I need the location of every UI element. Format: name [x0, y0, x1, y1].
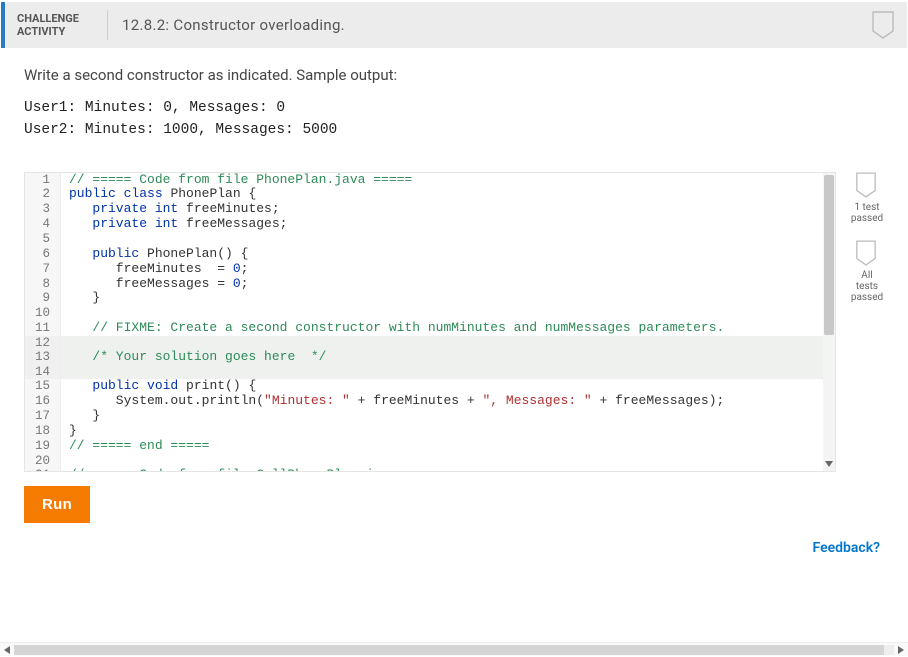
code-line: 16 System.out.println("Minutes: " + free… — [25, 394, 835, 409]
code-text[interactable] — [61, 365, 835, 379]
code-text: private int freeMessages; — [61, 217, 835, 232]
horizontal-scrollbar[interactable] — [0, 642, 908, 656]
code-text: private int freeMinutes; — [61, 202, 835, 217]
line-number: 5 — [25, 232, 61, 246]
activity-header: CHALLENGE ACTIVITY 12.8.2: Constructor o… — [1, 2, 907, 48]
line-number: 1 — [25, 173, 61, 188]
line-number: 11 — [25, 321, 61, 336]
sample-line: User1: Minutes: 0, Messages: 0 — [24, 98, 884, 120]
code-line: 7 freeMinutes = 0; — [25, 262, 835, 277]
feedback-area: Feedback? — [24, 537, 884, 556]
header-divider — [107, 10, 108, 40]
code-text: // ===== end ===== — [61, 439, 835, 454]
chevron-left-icon[interactable] — [0, 643, 14, 657]
line-number: 4 — [25, 217, 61, 232]
badge-text: 1 test — [850, 202, 884, 213]
prompt-text: Write a second constructor as indicated.… — [24, 66, 884, 84]
code-line: 5 — [25, 232, 835, 246]
badge-text: All tests — [850, 270, 884, 292]
code-line: 19// ===== end ===== — [25, 439, 835, 454]
code-line: 11 // FIXME: Create a second constructor… — [25, 321, 835, 336]
line-number: 13 — [25, 350, 61, 365]
badge-text: passed — [850, 213, 884, 224]
code-text: public void print() { — [61, 379, 835, 394]
code-text: freeMinutes = 0; — [61, 262, 835, 277]
code-line: 1// ===== Code from file PhonePlan.java … — [25, 173, 835, 188]
line-number: 9 — [25, 291, 61, 306]
line-number: 18 — [25, 424, 61, 439]
code-text — [61, 306, 835, 320]
code-line: 20 — [25, 454, 835, 468]
code-text[interactable] — [61, 336, 835, 350]
line-number: 12 — [25, 336, 61, 350]
sample-line: User2: Minutes: 1000, Messages: 5000 — [24, 120, 884, 142]
line-number: 19 — [25, 439, 61, 454]
code-text: public class PhonePlan { — [61, 187, 835, 202]
code-line[interactable]: 14 — [25, 365, 835, 379]
line-number: 15 — [25, 379, 61, 394]
code-line: 6 public PhonePlan() { — [25, 247, 835, 262]
code-line[interactable]: 13 /* Your solution goes here */ — [25, 350, 835, 365]
code-text: // ===== Code from file CallPhonePlan.ja… — [61, 468, 835, 471]
activity-type-line2: ACTIVITY — [17, 25, 97, 38]
code-text — [61, 454, 835, 468]
progress-shield-icon — [871, 11, 895, 39]
code-text: freeMessages = 0; — [61, 277, 835, 292]
code-text — [61, 232, 835, 246]
feedback-link[interactable]: Feedback? — [813, 540, 880, 556]
code-line[interactable]: 12 — [25, 336, 835, 350]
line-number: 7 — [25, 262, 61, 277]
chevron-down-icon[interactable] — [823, 457, 835, 471]
line-number: 10 — [25, 306, 61, 320]
activity-type-line1: CHALLENGE — [17, 12, 97, 25]
code-text: } — [61, 291, 835, 306]
line-number: 3 — [25, 202, 61, 217]
code-editor[interactable]: 1// ===== Code from file PhonePlan.java … — [24, 172, 836, 472]
scrollbar-thumb[interactable] — [14, 645, 884, 655]
line-number: 16 — [25, 394, 61, 409]
line-number: 8 — [25, 277, 61, 292]
line-number: 6 — [25, 247, 61, 262]
code-line: 10 — [25, 306, 835, 320]
test-badges-sidebar: 1 test passed All tests passed — [836, 172, 884, 472]
code-line: 8 freeMessages = 0; — [25, 277, 835, 292]
test-badge-all: All tests passed — [850, 240, 884, 303]
code-line: 9 } — [25, 291, 835, 306]
code-text: // FIXME: Create a second constructor wi… — [61, 321, 835, 336]
vertical-scrollbar[interactable] — [823, 173, 835, 471]
line-number: 14 — [25, 365, 61, 379]
run-button[interactable]: Run — [24, 486, 90, 523]
code-line: 3 private int freeMinutes; — [25, 202, 835, 217]
code-line: 2public class PhonePlan { — [25, 187, 835, 202]
badge-text: passed — [850, 292, 884, 303]
sample-output: User1: Minutes: 0, Messages: 0 User2: Mi… — [24, 98, 884, 142]
code-line: 18} — [25, 424, 835, 439]
code-text: } — [61, 424, 835, 439]
line-number: 17 — [25, 409, 61, 424]
code-text: // ===== Code from file PhonePlan.java =… — [61, 173, 835, 188]
activity-type: CHALLENGE ACTIVITY — [17, 12, 97, 38]
code-text: System.out.println("Minutes: " + freeMin… — [61, 394, 835, 409]
line-number: 20 — [25, 454, 61, 468]
code-text: public PhonePlan() { — [61, 247, 835, 262]
activity-title: 12.8.2: Constructor overloading. — [122, 16, 345, 34]
line-number: 2 — [25, 187, 61, 202]
shield-icon — [855, 240, 879, 268]
line-number: 21 — [25, 468, 61, 471]
code-text: } — [61, 409, 835, 424]
code-line: 21// ===== Code from file CallPhonePlan.… — [25, 468, 835, 471]
scrollbar-thumb[interactable] — [824, 175, 834, 335]
code-line: 17 } — [25, 409, 835, 424]
test-badge-one: 1 test passed — [850, 172, 884, 224]
chevron-right-icon[interactable] — [894, 643, 908, 657]
code-line: 4 private int freeMessages; — [25, 217, 835, 232]
shield-icon — [855, 172, 879, 200]
code-line: 15 public void print() { — [25, 379, 835, 394]
code-text[interactable]: /* Your solution goes here */ — [61, 350, 835, 365]
